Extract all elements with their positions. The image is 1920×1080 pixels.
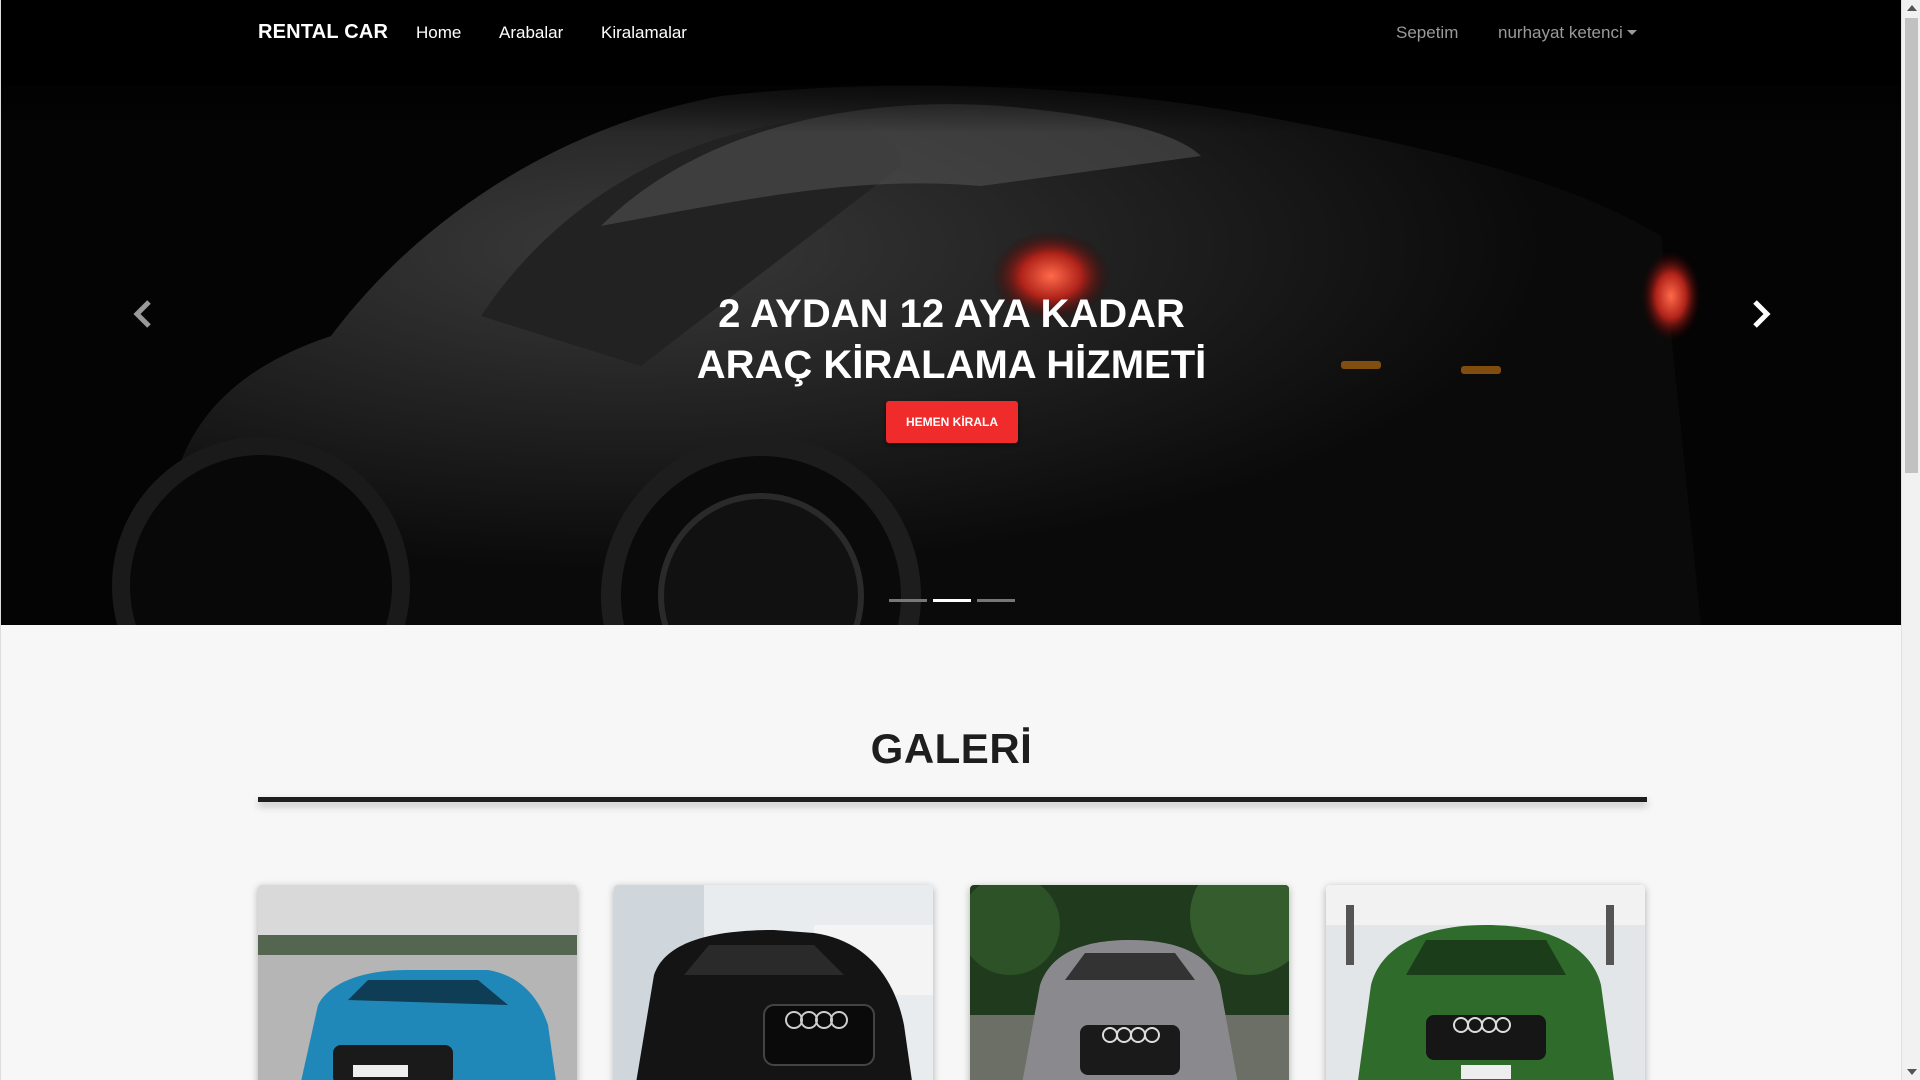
carousel-prev-button[interactable]	[129, 294, 159, 334]
nav-cars[interactable]: Arabalar	[499, 23, 563, 43]
nav-home[interactable]: Home	[416, 23, 461, 43]
gallery-card-4[interactable]	[1326, 885, 1645, 1080]
user-menu-dropdown[interactable]: nurhayat ketenci	[1498, 23, 1637, 43]
gallery-divider	[258, 797, 1647, 802]
gallery-card-1[interactable]	[258, 885, 577, 1080]
scroll-thumb[interactable]	[1905, 18, 1918, 473]
scroll-down-arrow-icon[interactable]	[1907, 1069, 1917, 1075]
vertical-scrollbar[interactable]	[1901, 0, 1920, 1080]
scroll-up-arrow-icon[interactable]	[1907, 5, 1917, 11]
user-name: nurhayat ketenci	[1498, 23, 1623, 42]
green-audi-rs5-image	[1326, 885, 1645, 1080]
rent-now-button[interactable]: HEMEN KİRALA	[886, 401, 1018, 443]
top-navbar: RENTAL CAR Home Arabalar Kiralamalar Sep…	[1, 0, 1901, 66]
carousel-next-button[interactable]	[1745, 294, 1775, 334]
caret-down-icon	[1626, 29, 1637, 35]
nav-rentals[interactable]: Kiralamalar	[601, 23, 687, 43]
carousel-indicators	[1, 589, 1901, 607]
gallery-card-2[interactable]	[614, 885, 933, 1080]
gallery-card-3[interactable]	[970, 885, 1289, 1080]
hero-title-line2: ARAÇ KİRALAMA HİZMETİ	[696, 343, 1207, 387]
black-audi-showroom-image	[614, 885, 933, 1080]
gray-audi-sedan-image	[970, 885, 1289, 1080]
page: RENTAL CAR Home Arabalar Kiralamalar Sep…	[0, 0, 1901, 1080]
chevron-right-icon	[1753, 300, 1771, 328]
brand-logo[interactable]: RENTAL CAR	[258, 21, 388, 44]
hero-title: 2 AYDAN 12 AYA KADAR ARAÇ KİRALAMA HİZME…	[1, 289, 1901, 391]
hero-title-line1: 2 AYDAN 12 AYA KADAR	[718, 292, 1185, 336]
hero-carousel: 2 AYDAN 12 AYA KADAR ARAÇ KİRALAMA HİZME…	[1, 66, 1901, 625]
gallery-title: GALERİ	[870, 725, 1033, 772]
carousel-indicator-1[interactable]	[888, 599, 927, 602]
carousel-indicator-3[interactable]	[976, 599, 1015, 602]
carousel-indicator-2[interactable]	[932, 599, 971, 602]
nav-cart[interactable]: Sepetim	[1396, 23, 1458, 43]
chevron-left-icon	[133, 300, 151, 328]
blue-audi-suv-image	[258, 885, 577, 1080]
